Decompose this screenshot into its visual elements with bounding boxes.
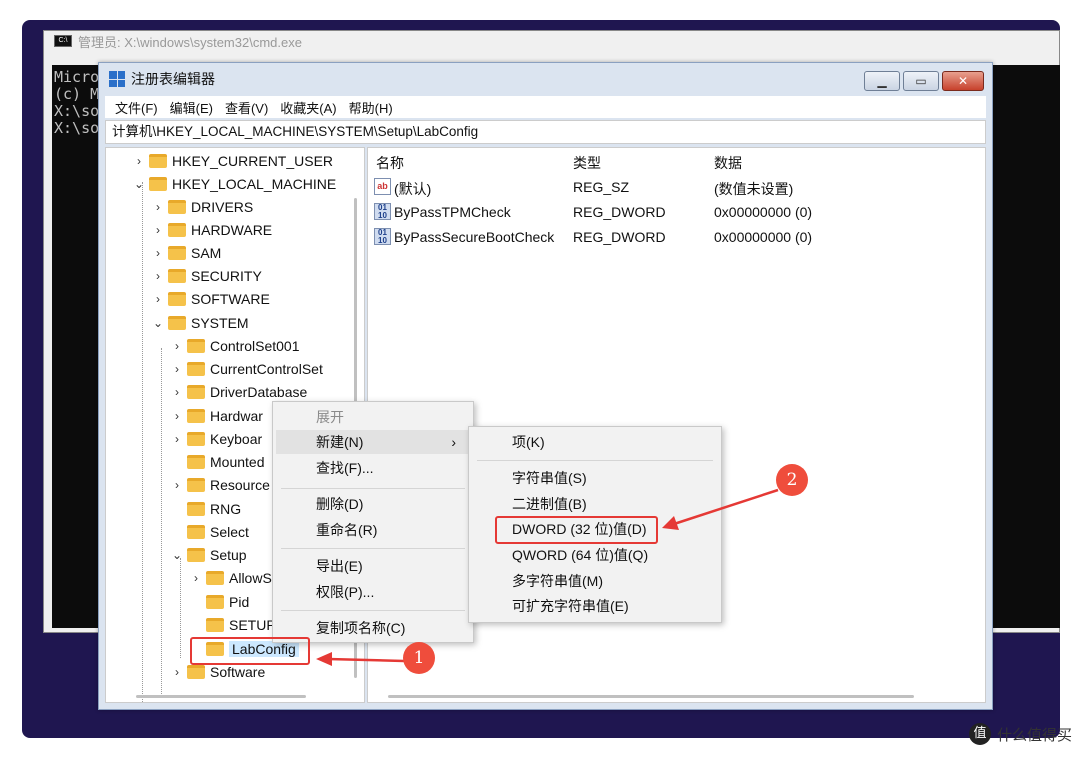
arrowhead-1-icon <box>316 652 332 666</box>
arrowhead-2-icon <box>662 516 679 530</box>
step-badge-1: 1 <box>403 642 435 674</box>
watermark-logo-icon: 值 <box>968 723 991 745</box>
step-badge-2: 2 <box>776 464 808 496</box>
arrow-line-1 <box>327 657 405 663</box>
watermark-text: 什么值得买 <box>996 725 1072 744</box>
arrow-line-2 <box>673 488 779 526</box>
watermark: 值 什么值得买 <box>968 723 1072 745</box>
annotation-arrows <box>316 488 779 666</box>
